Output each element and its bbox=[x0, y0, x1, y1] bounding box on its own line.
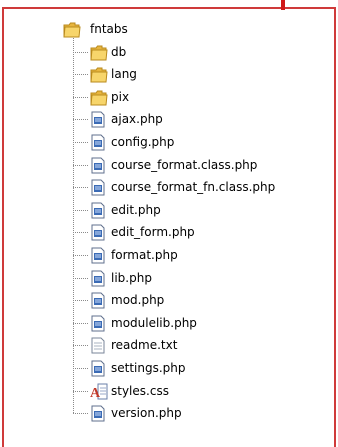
php-file-icon bbox=[90, 157, 106, 174]
tree-item-label: modulelib.php bbox=[111, 315, 197, 330]
tree-connector-horizontal bbox=[73, 209, 88, 211]
php-file-icon bbox=[90, 315, 106, 332]
tree-item-label: fntabs bbox=[90, 22, 128, 36]
folder-icon bbox=[90, 90, 108, 106]
tree-connector-horizontal bbox=[73, 187, 88, 189]
tree-connector-horizontal bbox=[73, 51, 88, 53]
php-file-icon bbox=[90, 270, 106, 287]
tree-item-label: readme.txt bbox=[111, 338, 178, 353]
php-file-icon bbox=[90, 224, 106, 241]
tree-item-label: styles.css bbox=[111, 383, 169, 398]
tree-folder-pix[interactable]: pix bbox=[0, 86, 338, 108]
tree-connector-horizontal bbox=[73, 119, 88, 121]
tree-file-item[interactable]: course_format_fn.class.php bbox=[0, 176, 338, 198]
php-file-icon bbox=[90, 292, 106, 309]
tree-item-label: edit_form.php bbox=[111, 225, 195, 240]
tree-connector-horizontal bbox=[73, 142, 88, 143]
php-file-icon bbox=[90, 405, 106, 422]
tree-connector-horizontal bbox=[73, 74, 88, 76]
tree-connector-horizontal bbox=[73, 345, 88, 347]
tree-item-label: course_format.class.php bbox=[111, 157, 258, 172]
php-file-icon bbox=[90, 111, 106, 128]
tree-item-label: ajax.php bbox=[111, 112, 163, 127]
tree-item-label: course_format_fn.class.php bbox=[111, 180, 276, 195]
svg-text:A: A bbox=[90, 386, 101, 400]
tree-file-item[interactable]: lib.php bbox=[0, 267, 338, 289]
tree-connector-vertical bbox=[73, 38, 74, 414]
tree-item-label: lib.php bbox=[111, 270, 152, 285]
tree-connector-horizontal bbox=[73, 164, 88, 166]
tree-item-label: db bbox=[111, 44, 127, 59]
tree-item-label: config.php bbox=[111, 135, 175, 149]
tree-connector-horizontal bbox=[73, 232, 88, 234]
tree-file-item[interactable]: format.php bbox=[0, 244, 338, 266]
tree-file-item[interactable]: mod.php bbox=[0, 289, 338, 311]
tree-folder-lang[interactable]: lang bbox=[0, 63, 338, 85]
folder-icon bbox=[90, 45, 108, 61]
tree-item-label: version.php bbox=[111, 406, 182, 421]
tree-item-label: format.php bbox=[111, 248, 178, 262]
tree-file-item[interactable]: version.php bbox=[0, 402, 338, 424]
folder-open-icon bbox=[63, 22, 81, 38]
folder-icon bbox=[90, 67, 108, 83]
tree-item-label: mod.php bbox=[111, 293, 165, 308]
tree-item-label: pix bbox=[111, 89, 130, 104]
tree-connector-horizontal bbox=[73, 255, 88, 256]
tree-connector-horizontal bbox=[73, 413, 88, 415]
tree-file-item[interactable]: ajax.php bbox=[0, 108, 338, 130]
tree-file-item[interactable]: config.php bbox=[0, 131, 338, 153]
tree-folder-db[interactable]: db bbox=[0, 41, 338, 63]
php-file-icon bbox=[90, 202, 106, 219]
tree-connector-horizontal bbox=[73, 368, 88, 369]
php-file-icon bbox=[90, 247, 106, 264]
tree-connector-horizontal bbox=[73, 300, 88, 302]
text-file-icon bbox=[90, 337, 106, 354]
tree-file-item[interactable]: edit_form.php bbox=[0, 221, 338, 243]
php-file-icon bbox=[90, 179, 106, 196]
tree-item-label: settings.php bbox=[111, 361, 186, 375]
tree-item-label: lang bbox=[111, 67, 137, 82]
tree-connector-horizontal bbox=[73, 390, 88, 392]
tree-connector-horizontal bbox=[73, 322, 88, 324]
tree-connector-horizontal bbox=[73, 96, 88, 98]
php-file-icon bbox=[90, 134, 106, 151]
php-file-icon bbox=[90, 360, 106, 377]
file-tree: fntabs db lang pix ajax.php config.php course_… bbox=[0, 0, 338, 447]
tree-file-item[interactable]: edit.php bbox=[0, 199, 338, 221]
tree-file-item[interactable]: Astyles.css bbox=[0, 380, 338, 402]
tree-file-item[interactable]: modulelib.php bbox=[0, 312, 338, 334]
tree-file-item[interactable]: settings.php bbox=[0, 357, 338, 379]
tree-connector-horizontal bbox=[73, 277, 88, 279]
tree-item-label: edit.php bbox=[111, 202, 161, 217]
css-file-icon: A bbox=[90, 383, 108, 401]
tree-file-item[interactable]: readme.txt bbox=[0, 334, 338, 356]
tree-folder-fntabs[interactable]: fntabs bbox=[0, 18, 338, 40]
tree-file-item[interactable]: course_format.class.php bbox=[0, 154, 338, 176]
